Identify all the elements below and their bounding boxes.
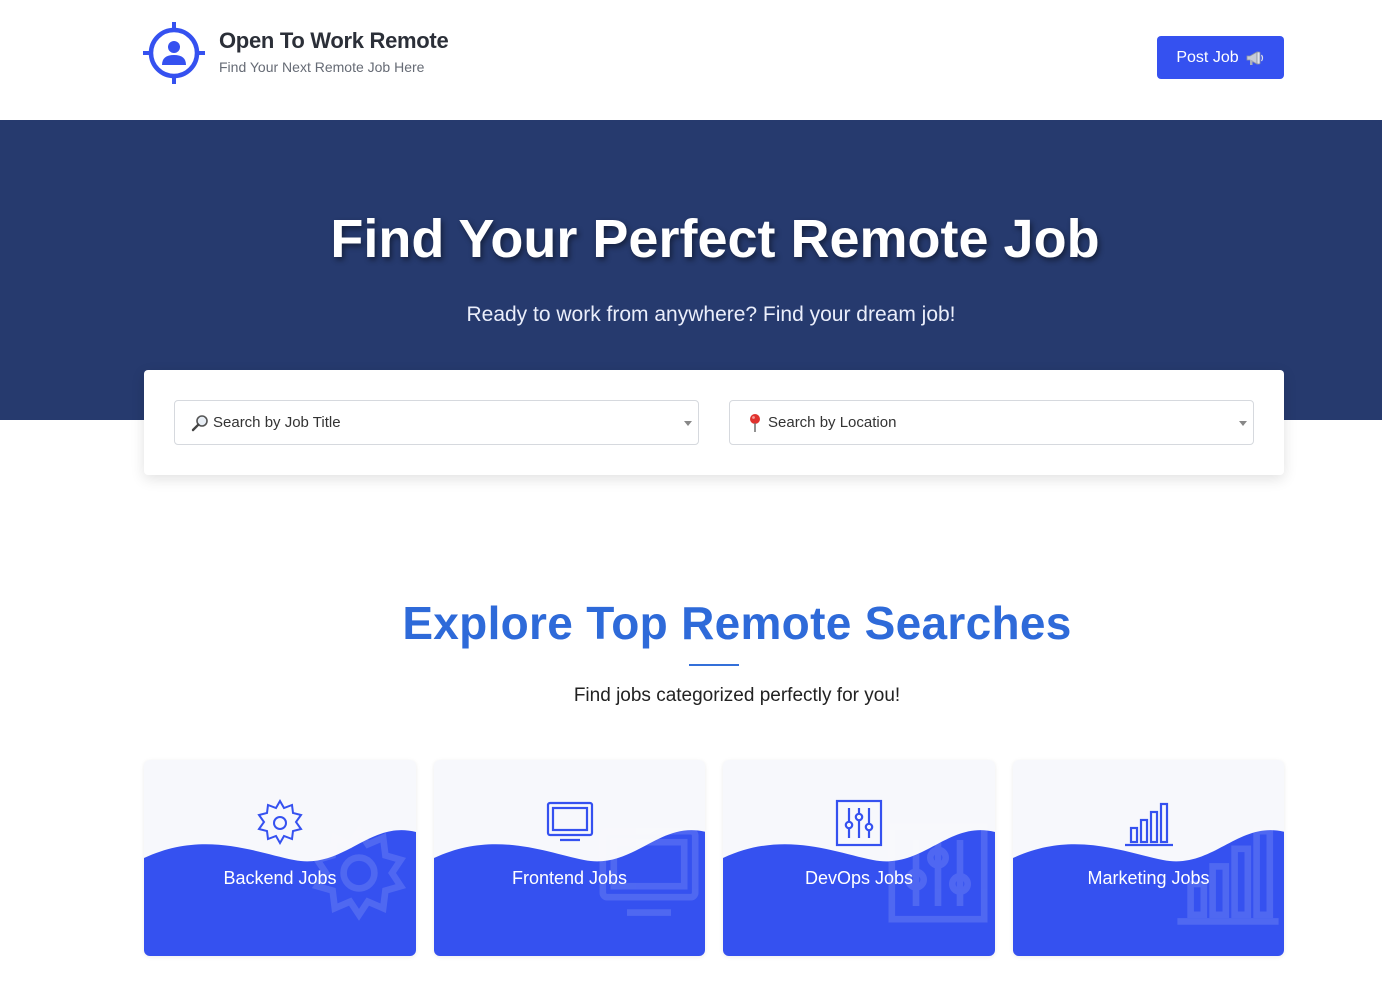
brand-subtitle: Find Your Next Remote Job Here xyxy=(219,59,425,75)
chevron-down-icon[interactable] xyxy=(1239,421,1247,426)
category-card-marketing[interactable]: Marketing Jobs xyxy=(1013,760,1284,956)
category-label: DevOps Jobs xyxy=(804,868,914,888)
brand-title[interactable]: Open To Work Remote xyxy=(219,28,449,54)
category-card-backend[interactable]: Backend Jobs xyxy=(144,760,416,956)
hero-subtitle: Ready to work from anywhere? Find your d… xyxy=(466,303,956,326)
explore-title: Explore Top Remote Searches xyxy=(402,597,1072,649)
post-job-button[interactable]: Post Job xyxy=(1157,36,1284,79)
job-title-select[interactable]: Search by Job Title xyxy=(174,400,699,445)
target-person-icon[interactable] xyxy=(143,22,205,84)
chevron-down-icon[interactable] xyxy=(684,421,692,426)
sliders-icon xyxy=(835,799,883,847)
gear-icon xyxy=(257,798,303,846)
map-pin-icon xyxy=(744,412,766,434)
title-divider xyxy=(689,664,739,666)
post-job-label: Post Job xyxy=(1176,48,1239,66)
megaphone-icon xyxy=(1246,50,1263,65)
category-card-frontend[interactable]: Frontend Jobs xyxy=(434,760,705,956)
explore-subtitle: Find jobs categorized perfectly for you! xyxy=(573,685,901,706)
magnifier-icon xyxy=(189,412,211,434)
monitor-icon xyxy=(546,801,594,842)
category-label: Backend Jobs xyxy=(223,868,337,888)
category-label: Marketing Jobs xyxy=(1087,868,1210,888)
job-title-placeholder: Search by Job Title xyxy=(213,414,341,431)
site-header: Open To Work Remote Find Your Next Remot… xyxy=(0,0,1382,120)
location-placeholder: Search by Location xyxy=(768,414,897,431)
location-select[interactable]: Search by Location xyxy=(729,400,1254,445)
search-panel: Search by Job Title Search by Location xyxy=(144,370,1284,475)
bar-chart-icon xyxy=(1125,802,1173,847)
category-label: Frontend Jobs xyxy=(511,868,628,888)
hero-title: Find Your Perfect Remote Job xyxy=(330,209,1100,269)
category-card-devops[interactable]: DevOps Jobs xyxy=(723,760,995,956)
